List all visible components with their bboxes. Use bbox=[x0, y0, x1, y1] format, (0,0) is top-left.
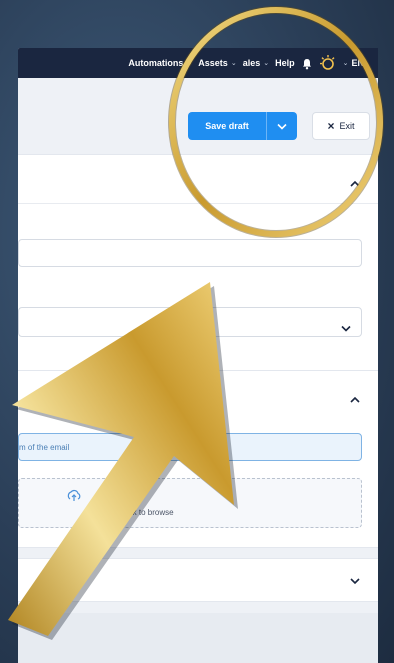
footer-area bbox=[18, 613, 378, 663]
select-field[interactable] bbox=[18, 307, 362, 337]
chevron-up-icon[interactable] bbox=[348, 395, 362, 405]
collapsed-section-card bbox=[18, 558, 378, 602]
upload-icon bbox=[67, 489, 81, 508]
file-dropzone[interactable]: your files ck to browse bbox=[18, 478, 362, 528]
text-input-field[interactable] bbox=[18, 239, 362, 267]
highlight-circle bbox=[168, 6, 384, 238]
subject-input-value: m of the email bbox=[19, 442, 70, 452]
chevron-down-icon[interactable] bbox=[348, 576, 362, 586]
chevron-down-icon bbox=[341, 319, 351, 337]
dropzone-text: your files ck to browse bbox=[94, 508, 174, 517]
subject-input[interactable]: m of the email bbox=[18, 433, 362, 461]
